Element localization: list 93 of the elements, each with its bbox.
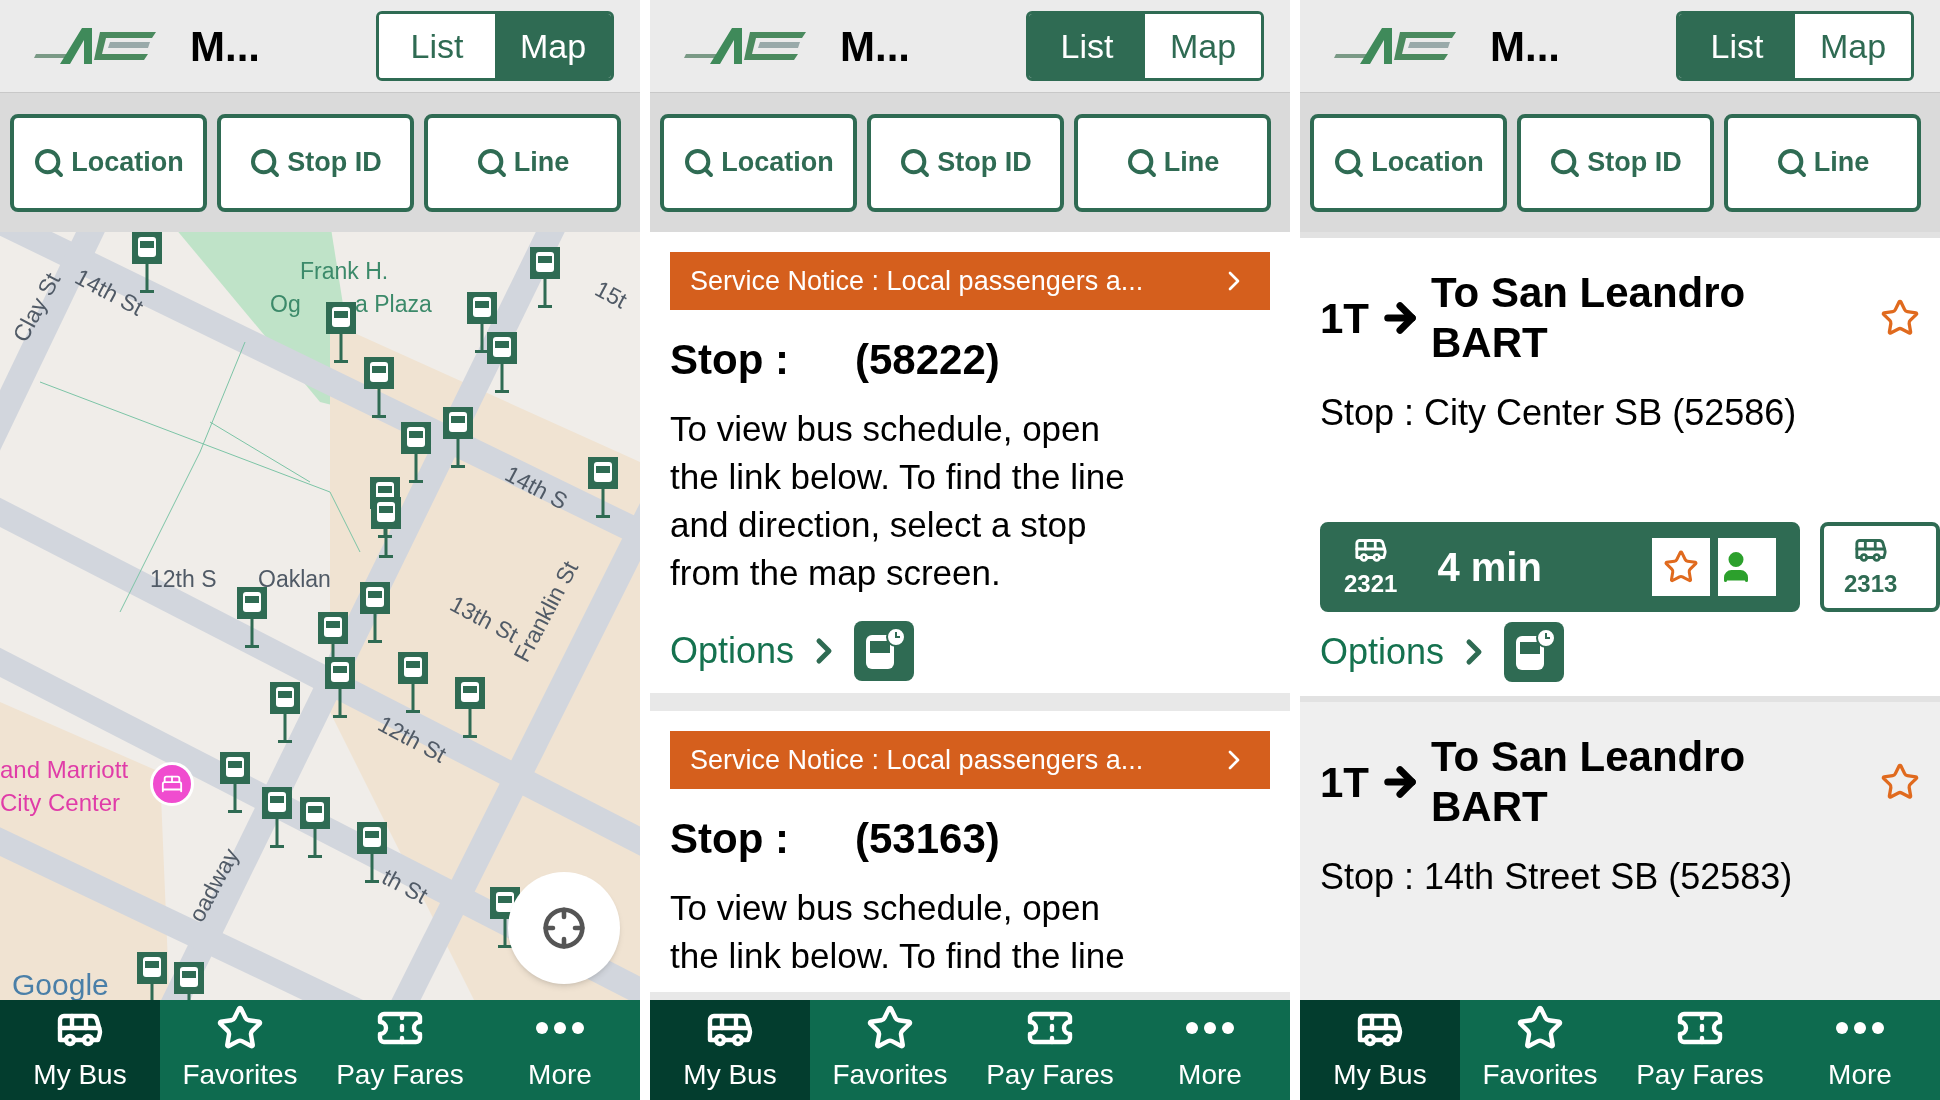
more-icon <box>1836 1022 1884 1034</box>
favorite-star-icon[interactable] <box>1880 298 1920 338</box>
search-icon <box>899 146 932 179</box>
bus-stop-marker-icon <box>530 247 560 309</box>
search-button[interactable]: Stop ID <box>1517 113 1714 212</box>
street-label: 14th S <box>499 459 573 517</box>
person-icon <box>1718 538 1776 596</box>
bus-stop-marker-icon <box>237 587 267 649</box>
search-button[interactable]: Location <box>1310 113 1507 212</box>
search-icon <box>249 146 282 179</box>
arrival-time: 4 min <box>1437 544 1542 591</box>
nav-tab[interactable]: My Bus <box>650 1000 810 1100</box>
instruction-text: To view bus schedule, open the link below. To find the line <box>670 887 1126 977</box>
street-label: 12th St <box>372 709 452 770</box>
screen-title: M... <box>190 21 260 72</box>
stop-id: (53163) <box>855 814 1000 864</box>
bus-stop-marker-icon <box>262 787 292 849</box>
bus-stop-marker-icon <box>588 457 618 519</box>
stop-label: Stop : <box>670 814 790 864</box>
view-toggle-tab[interactable]: List <box>1679 14 1795 78</box>
bus-stop-marker-icon <box>401 422 431 484</box>
route-number: 1T <box>1320 757 1369 808</box>
bus-stop-marker-icon <box>443 407 473 469</box>
bus-stop-marker-icon <box>220 752 250 814</box>
bus-stop-marker-icon <box>398 652 428 714</box>
vehicle-number: 2313 <box>1844 569 1898 599</box>
service-notice-bar[interactable]: Service Notice : Local passengers a... <box>670 252 1270 310</box>
bus-stop-marker-icon <box>364 357 394 419</box>
options-link[interactable]: Options <box>670 624 795 678</box>
service-notice-bar[interactable]: Service Notice : Local passengers a... <box>670 731 1270 789</box>
search-button[interactable]: Stop ID <box>867 113 1064 212</box>
bus-stop-marker-icon <box>270 682 300 744</box>
bus-stop-marker-icon <box>300 797 330 859</box>
search-icon <box>683 146 716 179</box>
search-icon <box>1549 146 1582 179</box>
bus-schedule-icon <box>1504 622 1565 682</box>
options-link[interactable]: Options <box>1320 625 1445 679</box>
route-number: 1T <box>1320 293 1369 344</box>
service-notice-text: Service Notice : Local passengers a... <box>690 743 1144 777</box>
street-label: th St <box>376 862 433 911</box>
bus-stop-marker-icon <box>360 582 390 644</box>
bus-stop-marker-icon <box>326 302 356 364</box>
street-label: Clay St <box>6 267 67 349</box>
stop-name: Stop : City Center SB (52586) <box>1320 391 1798 435</box>
street-label: Og <box>270 290 301 319</box>
screen-title: M... <box>1490 21 1560 72</box>
bus-schedule-icon <box>854 621 915 681</box>
search-button[interactable]: Line <box>1724 113 1921 212</box>
search-button[interactable]: Location <box>10 113 207 212</box>
vehicle-number: 2321 <box>1344 569 1398 599</box>
view-toggle-tab[interactable]: List <box>1029 14 1145 78</box>
view-toggle-tab[interactable]: Map <box>1795 14 1911 78</box>
bus-arrival-card[interactable]: 2321 4 min <box>1320 522 1800 612</box>
street-label: Oaklan <box>258 565 331 594</box>
search-button[interactable]: Stop ID <box>217 113 414 212</box>
nav-tab[interactable]: My Bus <box>1300 1000 1460 1100</box>
bus-stop-marker-icon <box>371 497 401 559</box>
street-label: 14th St <box>69 262 149 323</box>
nav-tab[interactable]: My Bus <box>0 1000 160 1100</box>
view-toggle-tab[interactable]: Map <box>1145 14 1261 78</box>
search-icon <box>1775 146 1808 179</box>
bus-stop-marker-icon <box>487 332 517 394</box>
search-button[interactable]: Line <box>1074 113 1271 212</box>
instruction-text: To view bus schedule, open the link below. To find the line and direction, select a stop from the map screen. <box>670 408 1126 594</box>
street-label: Frank H. <box>300 257 389 286</box>
bus-stop-marker-icon <box>132 232 162 294</box>
search-icon <box>475 146 508 179</box>
hotel-label: City Center <box>0 788 121 818</box>
search-button[interactable]: Location <box>660 113 857 212</box>
bus-stop-marker-icon <box>325 657 355 719</box>
more-icon <box>1186 1022 1234 1034</box>
service-notice-text: Service Notice : Local passengers a... <box>690 264 1144 298</box>
stop-label: Stop : <box>670 335 790 385</box>
stop-id: (58222) <box>855 335 1000 385</box>
view-toggle-tab[interactable]: Map <box>495 14 611 78</box>
search-icon <box>1333 146 1366 179</box>
more-icon <box>536 1022 584 1034</box>
route-destination: To San Leandro BART <box>1431 268 1747 368</box>
search-icon <box>1125 146 1158 179</box>
view-toggle-tab[interactable]: List <box>379 14 495 78</box>
search-icon <box>33 146 66 179</box>
hotel-label: and Marriott <box>0 755 129 785</box>
route-destination: To San Leandro BART <box>1431 732 1747 832</box>
search-button[interactable]: Line <box>424 113 621 212</box>
bus-arrival-card[interactable]: 2313 <box>1820 522 1940 612</box>
street-label: 15t <box>589 274 633 316</box>
stop-name: Stop : 14th Street SB (52583) <box>1320 855 1794 899</box>
street-label: a Plaza <box>355 290 432 319</box>
locate-icon <box>542 906 586 950</box>
favorite-star-icon[interactable] <box>1880 762 1920 802</box>
bus-stop-marker-icon <box>455 677 485 739</box>
street-label: 12th S <box>150 565 217 594</box>
screen-title: M... <box>840 21 910 72</box>
